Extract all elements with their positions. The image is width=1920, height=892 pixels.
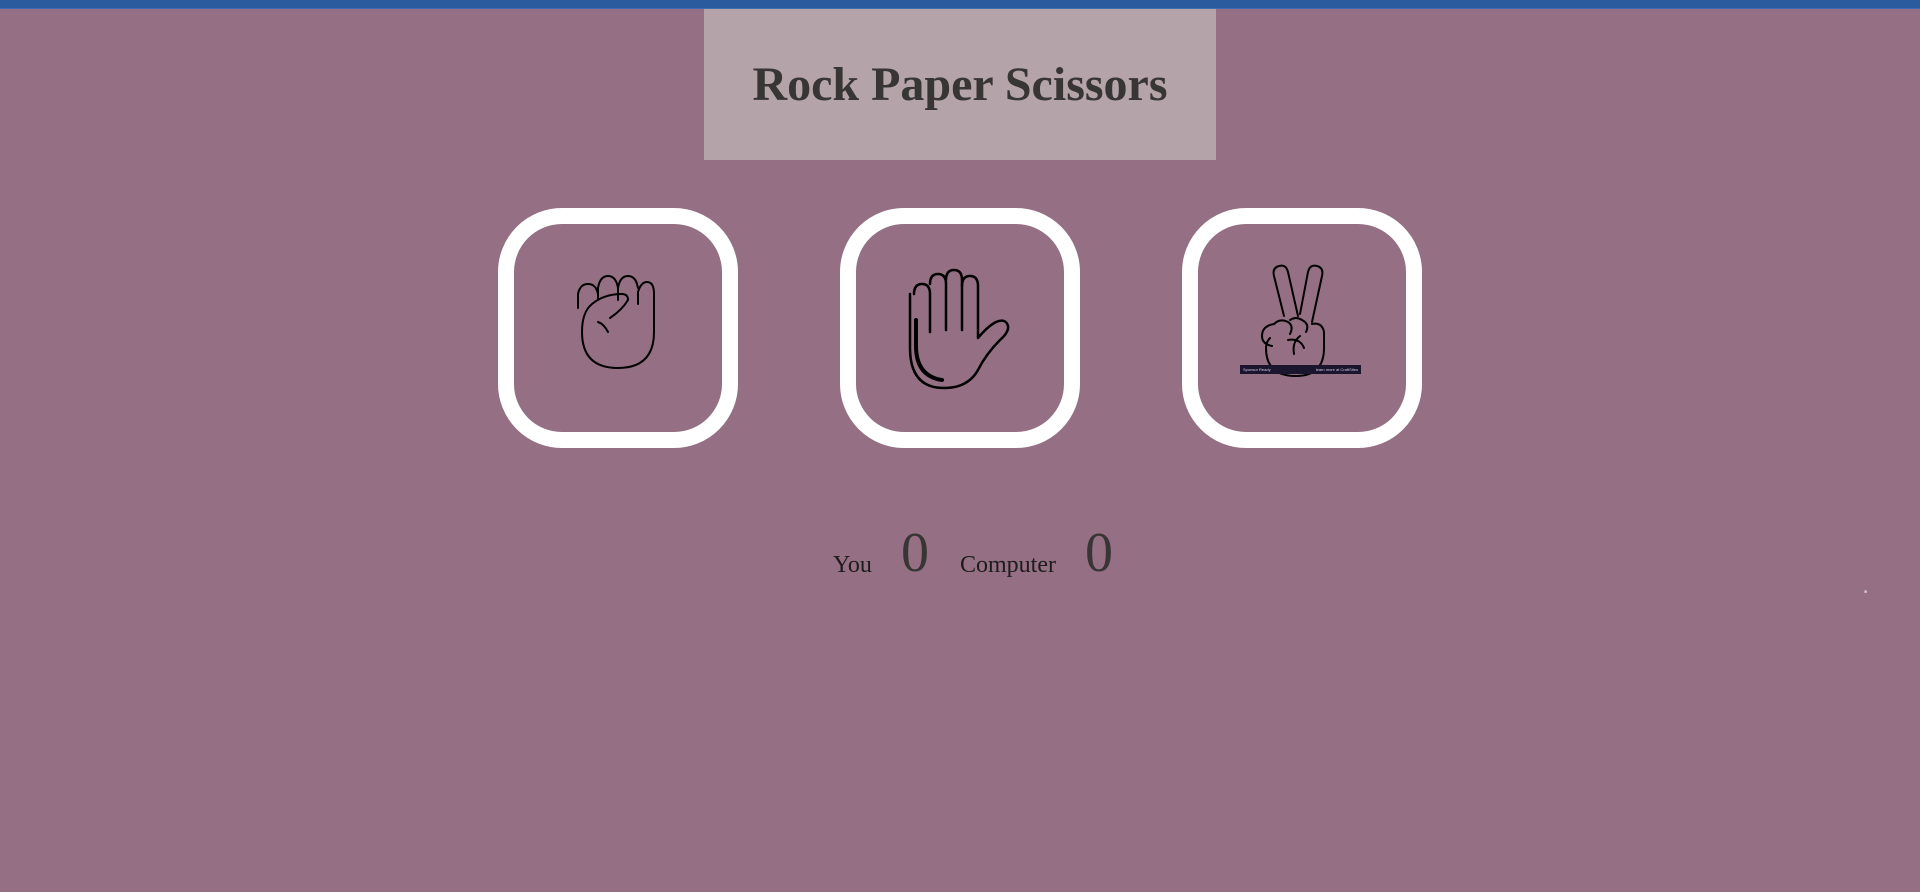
you-score-value: 0 (901, 522, 929, 584)
scoreboard: You 0 Computer 0 (833, 520, 1233, 590)
paper-choice-button[interactable]: ■ (840, 208, 1867, 595)
computer-score-value: 0 (1085, 522, 1113, 584)
raised-fist-icon (577, 275, 655, 369)
page-title: Rock Paper Scissors (752, 58, 1168, 111)
you-score-label: You (833, 552, 872, 578)
small-mark-icon: ■ (1864, 590, 1868, 595)
title-panel: Rock Paper Scissors (704, 9, 1216, 160)
scissors-choice-button[interactable]: Sponsor Ready learn more at CraftSites (1182, 208, 1422, 448)
browser-top-strip (0, 0, 1920, 9)
sponsor-banner[interactable]: Sponsor Ready learn more at CraftSites (1240, 365, 1361, 374)
raised-hand-icon (908, 268, 1010, 390)
victory-hand-icon (1261, 264, 1325, 377)
computer-score-label: Computer (960, 552, 1056, 578)
rock-choice-button[interactable] (498, 208, 738, 448)
sponsor-left-text: Sponsor Ready (1243, 367, 1271, 372)
sponsor-right-text: learn more at CraftSites (1315, 367, 1358, 372)
